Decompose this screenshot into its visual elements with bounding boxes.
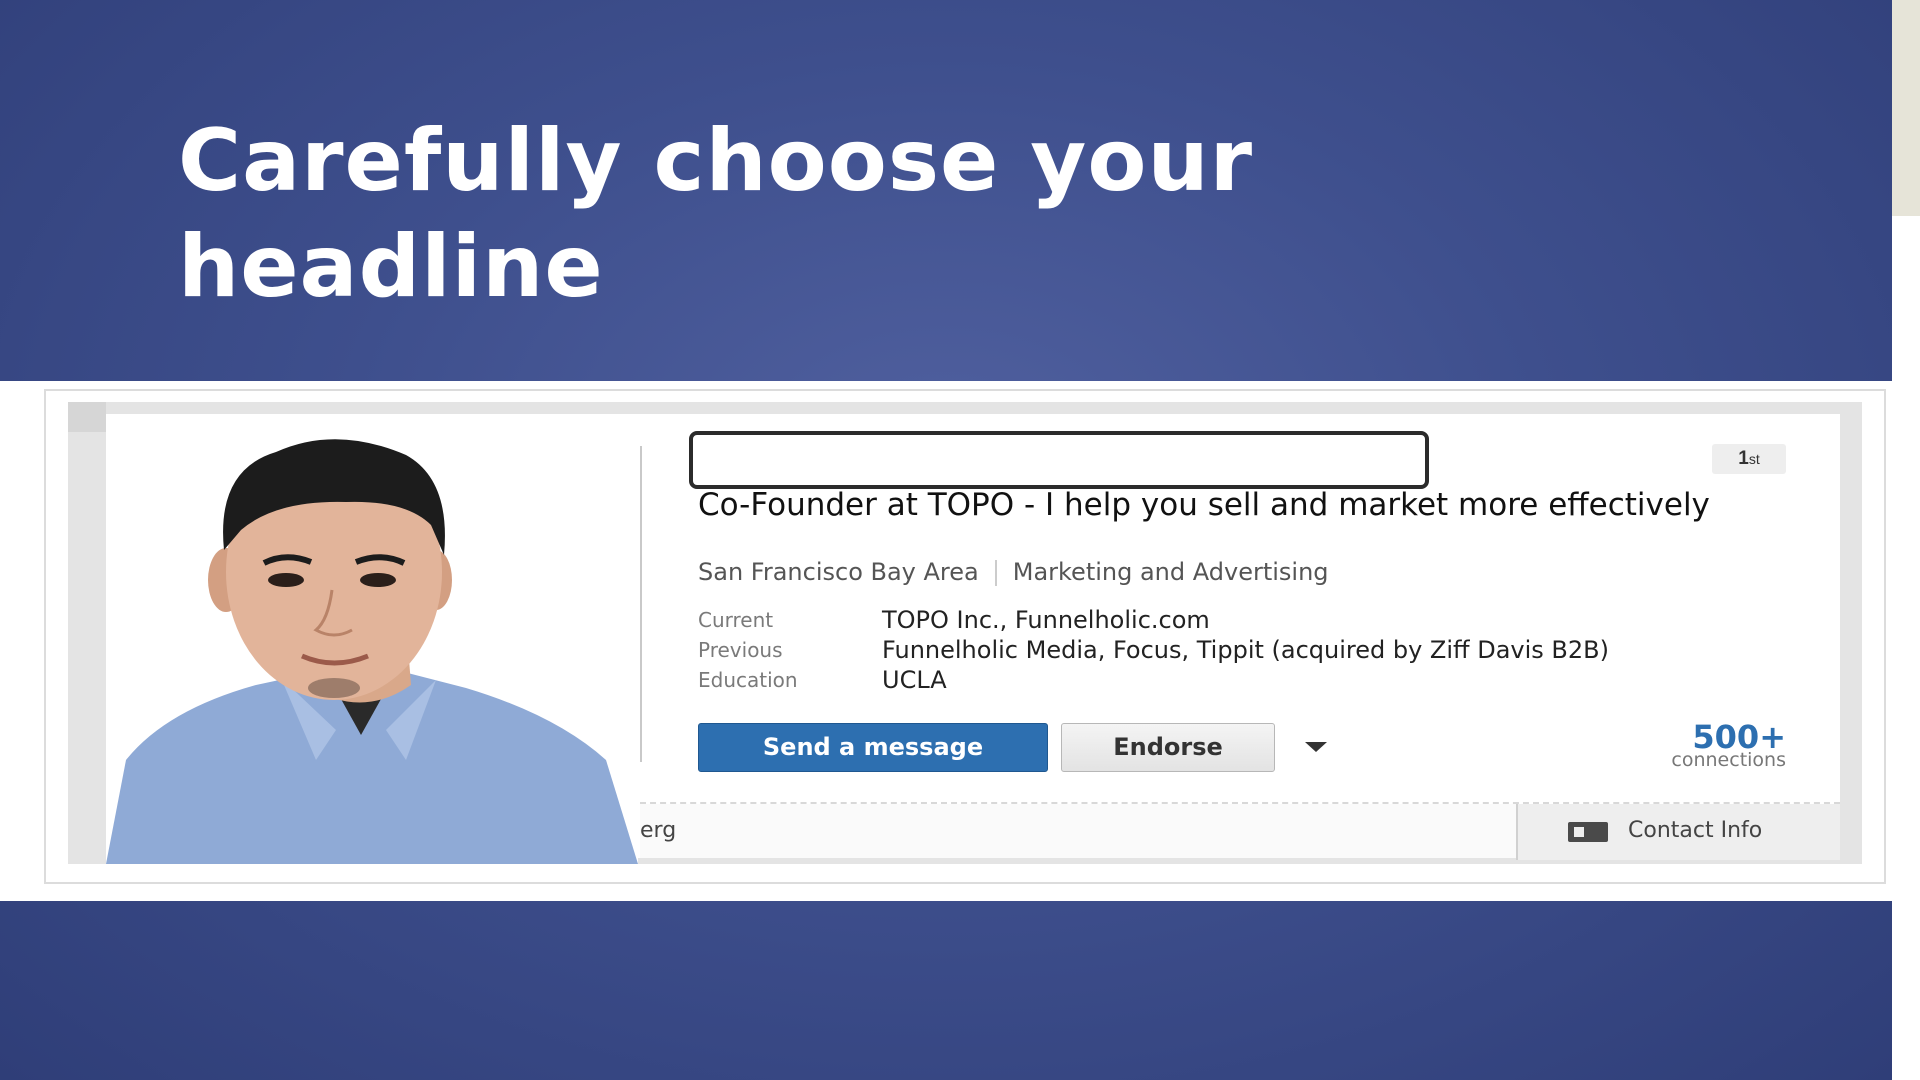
window-edge-top: [1892, 0, 1920, 216]
location-industry-line: San Francisco Bay Area Marketing and Adve…: [698, 558, 1329, 586]
slide-title: Carefully choose your headline: [178, 111, 1254, 317]
dropdown-arrow-icon[interactable]: [1305, 742, 1327, 752]
detail-label: Current: [698, 608, 774, 632]
detail-value[interactable]: Funnelholic Media, Focus, Tippit (acquir…: [882, 636, 1609, 664]
endorse-button[interactable]: Endorse: [1061, 723, 1275, 772]
card-corner-tab: [68, 402, 106, 432]
contact-card-icon: [1568, 822, 1608, 842]
redacted-name-box: [689, 431, 1429, 489]
location-separator: [994, 560, 997, 586]
connection-degree-badge: 1st: [1712, 444, 1786, 474]
detail-label: Education: [698, 668, 798, 692]
contact-info-label: Contact Info: [1628, 818, 1763, 843]
profile-photo: [106, 430, 638, 864]
industry-text: Marketing and Advertising: [1012, 558, 1329, 586]
degree-suffix: st: [1748, 451, 1760, 467]
contact-info-button[interactable]: Contact Info: [1516, 804, 1840, 860]
detail-value[interactable]: UCLA: [882, 666, 947, 694]
photo-divider: [640, 446, 642, 762]
degree-number: 1: [1738, 448, 1749, 469]
detail-label: Previous: [698, 638, 783, 662]
public-profile-url[interactable]: erg: [640, 818, 676, 843]
send-message-button[interactable]: Send a message: [698, 723, 1048, 772]
profile-headline: Co-Founder at TOPO - I help you sell and…: [698, 487, 1710, 523]
connections-label: connections: [1671, 749, 1786, 771]
location-text: San Francisco Bay Area: [698, 558, 979, 586]
detail-value[interactable]: TOPO Inc., Funnelholic.com: [882, 606, 1210, 634]
